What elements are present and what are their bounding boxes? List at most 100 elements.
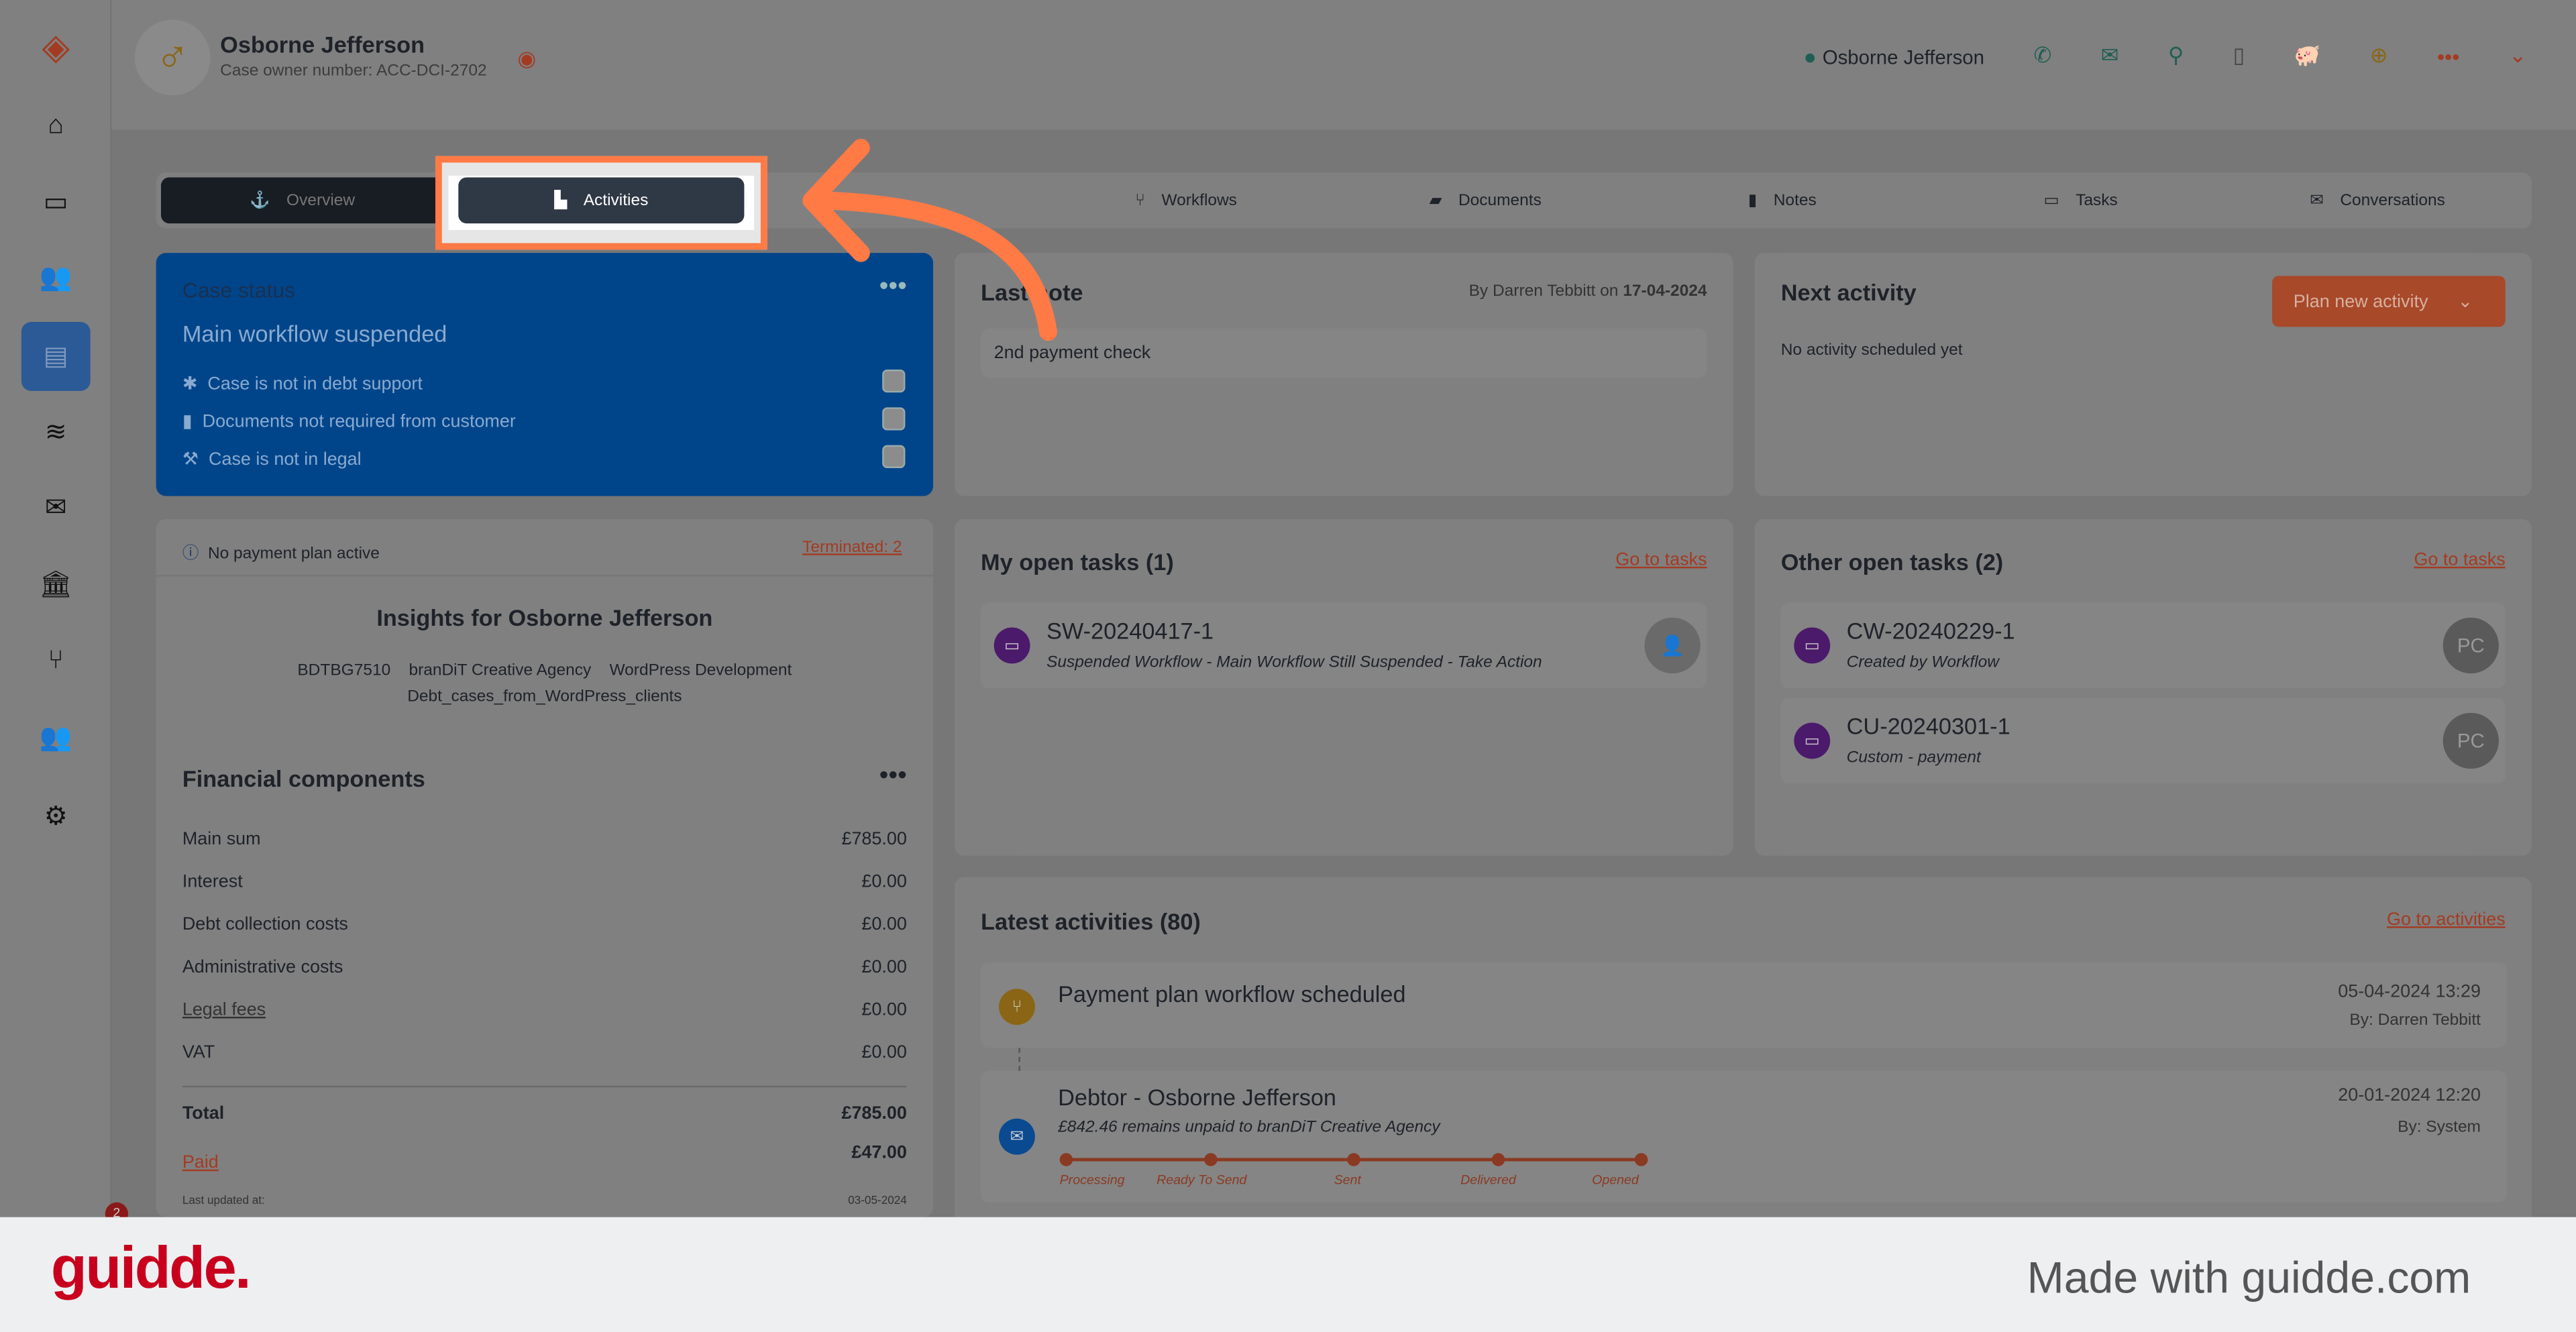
asterisk-icon: ✱ [182, 374, 198, 394]
groups-icon[interactable]: 👥 [21, 703, 91, 772]
logo-icon[interactable]: ◈ [21, 13, 91, 82]
tab-conversations[interactable]: ✉ Conversations [2310, 172, 2445, 228]
piggy-bank-icon[interactable]: 🐖 [2294, 43, 2321, 69]
tab-notes[interactable]: ▮ Notes [1748, 172, 1817, 228]
document-search-icon: ▙ [554, 191, 568, 210]
document-icon: ▮ [182, 412, 193, 433]
insights-card: ⓘ No payment plan active Terminated: 2 I… [156, 518, 934, 1217]
step-label: Processing [1059, 1172, 1125, 1188]
bank-icon[interactable]: 🏛 [21, 550, 91, 619]
gear-icon[interactable]: ⚙ [21, 782, 91, 851]
step-dot [1347, 1153, 1360, 1166]
activities-title: Latest activities (80) [981, 908, 1201, 935]
next-activity-title: Next activity [1780, 279, 1917, 306]
tab-tasks[interactable]: ▭ Tasks [2044, 172, 2118, 228]
go-to-activities-link[interactable]: Go to activities [2387, 910, 2506, 930]
gavel-icon: ⚒ [182, 450, 199, 470]
footer-tagline: Made with guidde.com [2027, 1253, 2471, 1303]
total-value: £785.00 [841, 1103, 907, 1124]
mobile-icon[interactable]: ▯ [2233, 43, 2245, 69]
branch-icon: ⑂ [1135, 191, 1145, 210]
total-label: Total [182, 1103, 225, 1124]
more-icon[interactable]: ••• [2437, 44, 2459, 68]
location-icon[interactable]: ⚲ [2168, 43, 2184, 69]
users-icon[interactable]: 👥 [21, 243, 91, 312]
task-item[interactable]: ▭ CW-20240229-1 Created by Workflow PC [1780, 602, 2506, 689]
status-item: Documents not required from customer [202, 412, 516, 433]
task-item[interactable]: ▭ SW-20240417-1 Suspended Workflow - Mai… [981, 602, 1707, 689]
debt-support-checkbox[interactable] [882, 370, 906, 393]
activity-date: 05-04-2024 13:29 [2338, 982, 2481, 1002]
payment-plan-status: No payment plan active [207, 545, 380, 564]
fin-label: VAT [182, 1043, 215, 1063]
tab-label: Overview [286, 191, 356, 210]
email-icon[interactable]: ✉ [2101, 43, 2119, 69]
footer-banner: guidde. Made with guidde.com [0, 1217, 2576, 1332]
more-icon[interactable]: ••• [879, 762, 907, 791]
legal-checkbox[interactable] [882, 445, 906, 468]
fin-value: £785.00 [841, 829, 907, 850]
activity-title: Debtor - Osborne Jefferson [1058, 1084, 1336, 1111]
arrow-annotation [802, 138, 1057, 341]
note-date: 17-04-2024 [1623, 282, 1707, 301]
activity-item[interactable]: ⑂ Payment plan workflow scheduled 05-04-… [981, 962, 2508, 1048]
database-icon[interactable]: ≋ [21, 398, 91, 467]
info-icon: ⓘ [182, 545, 199, 564]
other-open-tasks-card: Other open tasks (2) Go to tasks ▭ CW-20… [1754, 518, 2532, 856]
step-dot [1204, 1153, 1218, 1166]
tab-workflows[interactable]: ⑂ Workflows [1135, 172, 1237, 228]
paid-link[interactable]: Paid [182, 1153, 219, 1172]
task-desc: Suspended Workflow - Main Workflow Still… [1046, 653, 1542, 672]
ticket-icon: ▭ [994, 627, 1030, 664]
fin-label: Debt collection costs [182, 915, 348, 935]
guidde-logo: guidde. [50, 1233, 252, 1301]
legal-fees-link[interactable]: Legal fees [182, 1000, 266, 1019]
tab-label: Activities [583, 191, 649, 210]
clipboard-icon: ▮ [1748, 191, 1758, 210]
contact-person[interactable]: ● Osborne Jefferson [1804, 44, 1984, 68]
arrow-shaft [812, 191, 1057, 341]
tab-label: Notes [1773, 191, 1817, 210]
tab-overview[interactable]: ⚓ Overview [161, 177, 444, 224]
fin-label: Main sum [182, 829, 261, 850]
tab-activities[interactable]: ▙ Activities [458, 177, 745, 224]
phone-icon[interactable]: ✆ [2033, 43, 2051, 69]
task-desc: Custom - payment [1846, 748, 1981, 767]
paid-value: £47.00 [851, 1143, 907, 1163]
activity-title: Payment plan workflow scheduled [1058, 981, 1406, 1007]
delivery-progress: Processing Ready To Send Sent Delivered … [1059, 1153, 1648, 1188]
chevron-down-icon[interactable]: ⌄ [2509, 43, 2527, 69]
activity-item[interactable]: ✉ Debtor - Osborne Jefferson £842.46 rem… [981, 1070, 2508, 1203]
case-status-title: Case status [182, 277, 295, 302]
home-icon[interactable]: ⌂ [21, 92, 91, 161]
step-label: Opened [1592, 1172, 1639, 1188]
go-to-tasks-link[interactable]: Go to tasks [1615, 550, 1707, 569]
updated-value: 03-05-2024 [848, 1195, 907, 1208]
contact-name: Osborne Jefferson [1822, 45, 1985, 68]
tag: WordPress Development [609, 661, 792, 680]
ticket-icon[interactable]: ▭ [21, 168, 91, 237]
task-desc: Created by Workflow [1846, 653, 1999, 672]
go-to-tasks-link[interactable]: Go to tasks [2414, 550, 2505, 569]
task-item[interactable]: ▭ CU-20240301-1 Custom - payment PC [1780, 698, 2506, 784]
envelope-icon[interactable]: ✉ [21, 473, 91, 542]
tab-documents[interactable]: ▰ Documents [1430, 172, 1542, 228]
branch-icon[interactable]: ⑂ [21, 628, 91, 697]
debtor-name: Osborne Jefferson [220, 31, 425, 58]
eye-icon[interactable]: ◉ [517, 46, 536, 72]
insights-title: Insights for Osborne Jefferson [376, 604, 713, 631]
contact-card-icon[interactable]: ▤ [21, 322, 91, 391]
globe-icon[interactable]: ⊕ [2370, 43, 2388, 69]
plan-new-activity-button[interactable]: Plan new activity ⌄ [2271, 276, 2506, 327]
workflow-icon: ⑂ [998, 989, 1035, 1025]
activity-author: By: System [2398, 1118, 2481, 1137]
terminated-link[interactable]: Terminated: 2 [802, 539, 902, 557]
updated-label: Last updated at: [182, 1195, 265, 1208]
fin-label: Administrative costs [182, 957, 343, 978]
activity-date: 20-01-2024 12:20 [2338, 1085, 2481, 1106]
ticket-icon: ▭ [1794, 627, 1831, 664]
user-avatar: PC [2443, 712, 2499, 769]
step-dot [1634, 1153, 1648, 1166]
documents-checkbox[interactable] [882, 407, 906, 431]
fin-value: £0.00 [861, 957, 907, 978]
